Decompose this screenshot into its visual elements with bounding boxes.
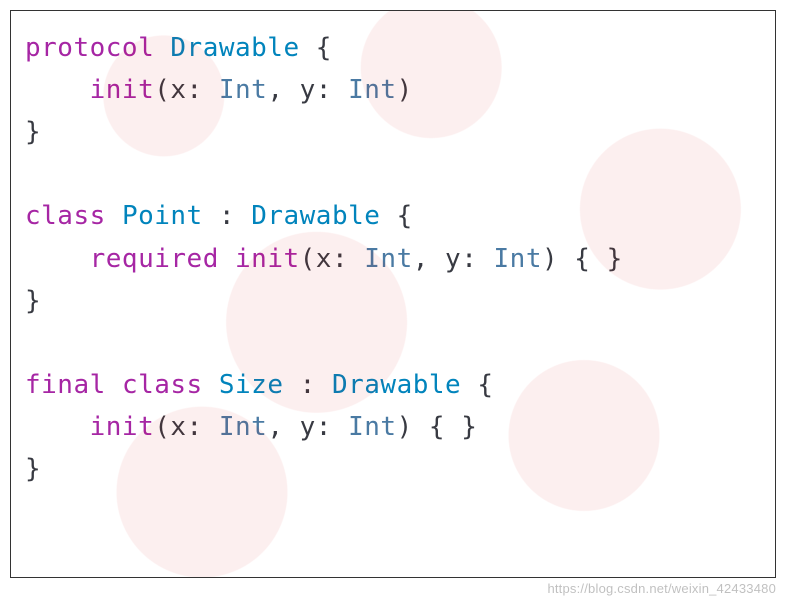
keyword-required: required — [90, 244, 219, 274]
param-sep: , y: — [413, 244, 494, 274]
colon: : — [284, 370, 332, 400]
code-block: protocol Drawable { init(x: Int, y: Int)… — [25, 27, 761, 490]
keyword-init: init — [90, 412, 155, 442]
params-open: (x: — [154, 412, 219, 442]
indent — [25, 412, 90, 442]
type-int: Int — [348, 412, 396, 442]
code-container: protocol Drawable { init(x: Int, y: Int)… — [10, 10, 776, 578]
brace-close: } — [25, 117, 41, 147]
paren-close: ) — [397, 75, 413, 105]
body-empty: ) { } — [397, 412, 478, 442]
colon: : — [203, 201, 251, 231]
type-point: Point — [122, 201, 203, 231]
type-int: Int — [494, 244, 542, 274]
type-int: Int — [364, 244, 412, 274]
brace-close: } — [25, 454, 41, 484]
param-sep: , y: — [267, 75, 348, 105]
keyword-protocol: protocol — [25, 33, 154, 63]
type-drawable: Drawable — [170, 33, 299, 63]
body-empty: ) { } — [542, 244, 623, 274]
keyword-final: final — [25, 370, 106, 400]
type-size: Size — [219, 370, 284, 400]
param-sep: , y: — [267, 412, 348, 442]
params-open: (x: — [154, 75, 219, 105]
type-int: Int — [219, 75, 267, 105]
keyword-class: class — [122, 370, 203, 400]
keyword-class: class — [25, 201, 106, 231]
type-drawable: Drawable — [251, 201, 380, 231]
watermark-text: https://blog.csdn.net/weixin_42433480 — [547, 581, 776, 596]
brace-open: { — [461, 370, 493, 400]
brace-open: { — [300, 33, 332, 63]
indent — [25, 75, 90, 105]
keyword-init: init — [90, 75, 155, 105]
space — [106, 201, 122, 231]
space — [154, 33, 170, 63]
params-open: (x: — [300, 244, 365, 274]
space — [106, 370, 122, 400]
type-drawable: Drawable — [332, 370, 461, 400]
keyword-init: init — [235, 244, 300, 274]
brace-open: { — [380, 201, 412, 231]
space — [219, 244, 235, 274]
indent — [25, 244, 90, 274]
space — [203, 370, 219, 400]
brace-close: } — [25, 286, 41, 316]
type-int: Int — [219, 412, 267, 442]
type-int: Int — [348, 75, 396, 105]
